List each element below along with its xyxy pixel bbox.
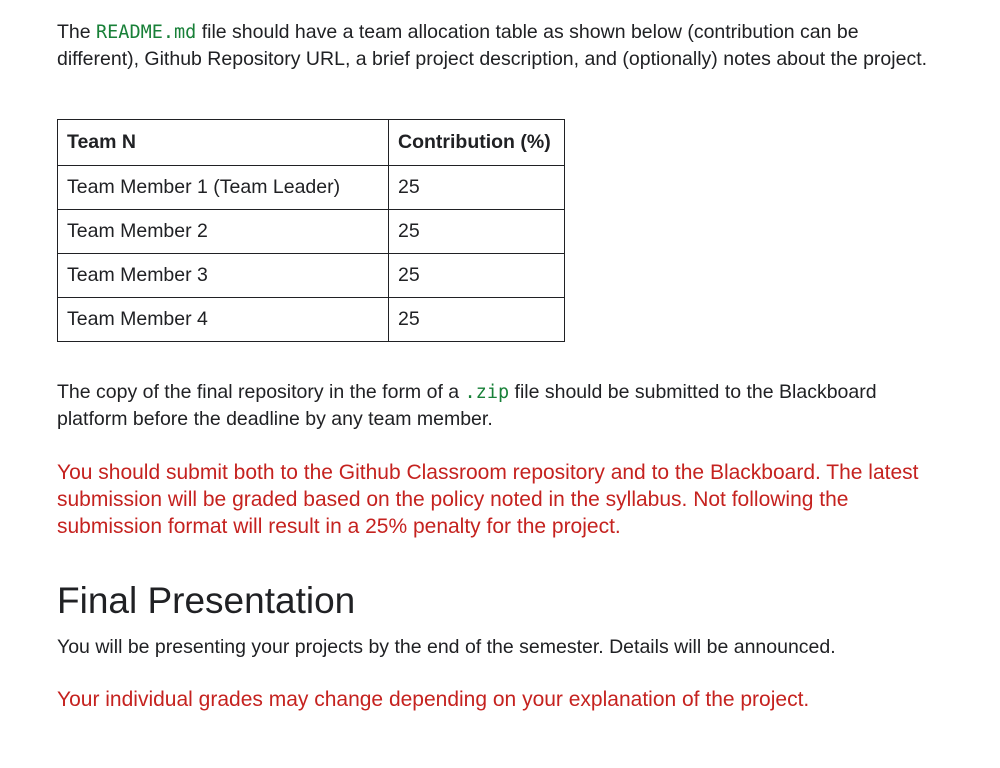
intro-text-before: The bbox=[57, 21, 97, 43]
submission-instructions: The copy of the final repository in the … bbox=[57, 379, 937, 432]
submission-warning: You should submit both to the Github Cla… bbox=[57, 461, 919, 538]
table-header-team: Team N bbox=[57, 119, 389, 166]
table-header-row: Team N Contribution (%) bbox=[57, 119, 565, 166]
table-cell-member: Team Member 4 bbox=[57, 297, 389, 342]
table-row: Team Member 1 (Team Leader) 25 bbox=[57, 165, 565, 210]
individual-grades-note: Your individual grades may change depend… bbox=[57, 688, 810, 711]
table-header-contribution: Contribution (%) bbox=[388, 119, 565, 166]
zip-extension-code: .zip bbox=[464, 382, 510, 403]
table-row: Team Member 2 25 bbox=[57, 209, 565, 254]
readme-instructions: The README.md file should have a team al… bbox=[57, 19, 937, 72]
team-allocation-table: Team N Contribution (%) Team Member 1 (T… bbox=[57, 119, 565, 342]
document-page: The README.md file should have a team al… bbox=[0, 0, 1000, 768]
table-cell-member: Team Member 2 bbox=[57, 209, 389, 254]
table-cell-member: Team Member 3 bbox=[57, 253, 389, 298]
table-cell-contribution: 25 bbox=[388, 209, 565, 254]
table-cell-contribution: 25 bbox=[388, 165, 565, 210]
final-presentation-text: You will be presenting your projects by … bbox=[57, 636, 836, 658]
copy-text-before: The copy of the final repository in the … bbox=[57, 381, 465, 403]
table-cell-member: Team Member 1 (Team Leader) bbox=[57, 165, 389, 210]
table-cell-contribution: 25 bbox=[388, 297, 565, 342]
table-cell-contribution: 25 bbox=[388, 253, 565, 298]
final-presentation-heading: Final Presentation bbox=[57, 580, 356, 621]
table-row: Team Member 3 25 bbox=[57, 253, 565, 298]
table-row: Team Member 4 25 bbox=[57, 297, 565, 342]
readme-filename-code: README.md bbox=[96, 22, 197, 43]
